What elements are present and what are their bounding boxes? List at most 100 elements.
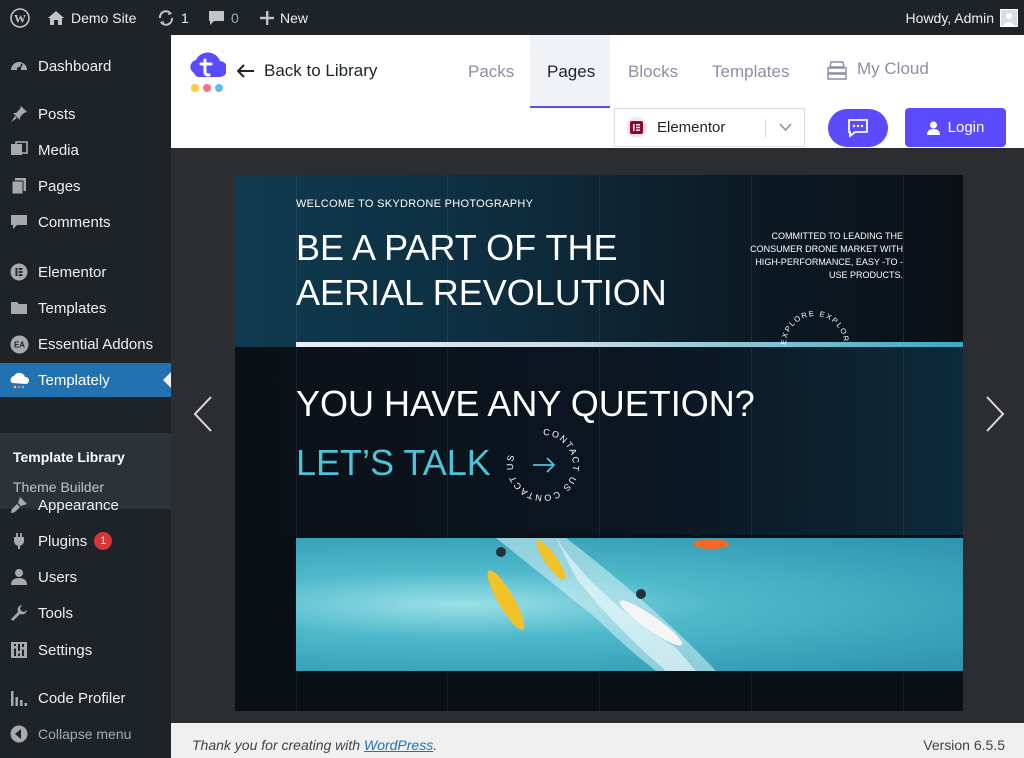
sidebar-item-label: Settings [38, 641, 93, 659]
updates-icon [158, 9, 174, 26]
preview-tagline: COMMITTED TO LEADING THE CONSUMER DRONE … [750, 231, 903, 280]
sidebar-item-appearance[interactable]: Appearance [0, 488, 171, 522]
footer-thanks-prefix: Thank you for creating with [192, 737, 364, 753]
wp-admin-screen: W Demo Site 1 0 New Howdy, Admin Dashboa… [0, 0, 1024, 758]
site-name-link[interactable]: Demo Site [47, 0, 136, 35]
chat-button[interactable] [828, 109, 888, 147]
sidebar-item-comments[interactable]: Comments [0, 205, 171, 239]
tab-templates[interactable]: Templates [712, 62, 789, 82]
back-to-library-button[interactable]: Back to Library [237, 61, 377, 81]
sidebar-item-label: Templates [38, 299, 107, 317]
comments-count: 0 [231, 9, 239, 26]
plus-icon [260, 10, 274, 25]
divider-stripe [296, 342, 963, 347]
preview-lets-talk: LET’S TALK [296, 442, 491, 483]
sidebar-item-essential-addons[interactable]: EA Essential Addons [0, 327, 171, 361]
arrow-right-icon [533, 457, 556, 473]
preview-area: WELCOME TO SKYDRONE PHOTOGRAPHY BE A PAR… [171, 148, 1024, 723]
login-button[interactable]: Login [905, 108, 1006, 147]
sidebar-item-elementor[interactable]: Elementor [0, 255, 171, 289]
tab-pages[interactable]: Pages [547, 62, 595, 82]
sidebar-item-tools[interactable]: Tools [0, 596, 171, 630]
chevron-down-icon [779, 123, 792, 132]
sidebar-item-pages[interactable]: Pages [0, 169, 171, 203]
sidebar-item-label: Dashboard [38, 57, 112, 75]
bars-icon [9, 688, 29, 708]
sidebar-item-label: Elementor [38, 263, 107, 281]
wp-version: Version 6.5.5 [923, 737, 1005, 753]
comment-bubble-icon [209, 10, 224, 25]
pages-icon [9, 176, 29, 196]
sidebar-item-label: Appearance [38, 496, 119, 514]
chat-icon [848, 119, 868, 138]
new-content-link[interactable]: New [260, 0, 308, 35]
arrow-left-icon [237, 64, 254, 78]
home-icon [48, 10, 64, 25]
sidebar-item-label: Tools [38, 604, 74, 622]
login-label: Login [947, 119, 985, 136]
elementor-icon [9, 262, 29, 282]
sidebar-item-label: Users [38, 568, 78, 586]
contact-us-badge[interactable]: CONTACT US CONTACT US [505, 427, 581, 503]
submenu-template-library[interactable]: Template Library [13, 449, 125, 465]
sidebar-item-label: Plugins [38, 532, 88, 550]
sidebar-item-settings[interactable]: Settings [0, 633, 171, 667]
tab-blocks[interactable]: Blocks [628, 62, 678, 82]
tab-my-cloud[interactable]: My Cloud [826, 58, 929, 80]
preview-welcome-text: WELCOME TO SKYDRONE PHOTOGRAPHY [296, 198, 534, 210]
wordpress-logo-icon[interactable]: W [10, 0, 30, 35]
updates-link[interactable]: 1 [157, 0, 189, 35]
tab-packs[interactable]: Packs [468, 62, 514, 82]
sidebar-item-plugins[interactable]: Plugins 1 [0, 524, 171, 558]
preview-headline: BE A PART OF THE AERIAL REVOLUTION [296, 227, 667, 313]
templately-logo-icon[interactable] [188, 49, 226, 93]
explore-badge: EXPLORE EXPLORE [778, 300, 851, 345]
template-preview[interactable]: WELCOME TO SKYDRONE PHOTOGRAPHY BE A PAR… [235, 175, 963, 711]
previous-arrow-icon[interactable] [193, 396, 213, 432]
sidebar-item-label: Comments [38, 213, 111, 231]
sidebar-item-label: Templately [38, 371, 110, 389]
sidebar-item-media[interactable]: Media [0, 133, 171, 167]
sidebar-item-label: Pages [38, 177, 81, 195]
folder-icon [9, 298, 29, 318]
svg-text:EXPLORE EXPLORE: EXPLORE EXPLORE [778, 300, 851, 345]
elementor-logo-icon [626, 117, 647, 138]
wordpress-link[interactable]: WordPress [364, 737, 433, 753]
tab-my-cloud-label: My Cloud [857, 59, 929, 78]
sidebar-item-templates[interactable]: Templates [0, 291, 171, 325]
footer-thanks: Thank you for creating with WordPress. [192, 737, 437, 753]
collapse-menu-button[interactable]: Collapse menu [0, 717, 171, 751]
sidebar-item-label: Media [38, 141, 79, 159]
howdy-text: Howdy, Admin [905, 9, 994, 26]
preview-question: YOU HAVE ANY QUETION? [296, 383, 755, 424]
sidebar-item-dashboard[interactable]: Dashboard [0, 49, 171, 83]
sidebar-item-posts[interactable]: Posts [0, 97, 171, 131]
builder-select[interactable]: Elementor [614, 108, 805, 147]
svg-text:EA: EA [13, 340, 24, 349]
explore-badge-text: EXPLORE EXPLORE [778, 300, 850, 345]
account-menu[interactable]: Howdy, Admin [906, 0, 1018, 35]
select-divider [765, 119, 766, 138]
comments-link[interactable]: 0 [208, 0, 239, 35]
plug-icon [9, 531, 29, 551]
collapse-menu-label: Collapse menu [38, 726, 132, 742]
collapse-arrow-icon [9, 724, 29, 744]
comment-icon [9, 212, 29, 232]
sidebar-item-label: Code Profiler [38, 689, 126, 707]
admin-footer: Thank you for creating with WordPress. V… [171, 723, 1024, 758]
sidebar-item-label: Essential Addons [38, 335, 154, 353]
updates-count: 1 [181, 9, 189, 26]
back-label: Back to Library [264, 61, 378, 80]
sidebar-item-templately[interactable]: Templately [0, 363, 171, 397]
brush-icon [9, 495, 29, 515]
svg-text:W: W [14, 11, 26, 25]
site-name: Demo Site [71, 9, 137, 26]
active-indicator [163, 372, 171, 388]
surf-photo [296, 538, 963, 671]
pin-icon [9, 104, 29, 124]
next-arrow-icon[interactable] [985, 396, 1005, 432]
cloud-drive-icon [827, 61, 847, 80]
new-label: New [280, 9, 309, 26]
sidebar-item-code-profiler[interactable]: Code Profiler [0, 681, 171, 715]
sidebar-item-users[interactable]: Users [0, 560, 171, 594]
